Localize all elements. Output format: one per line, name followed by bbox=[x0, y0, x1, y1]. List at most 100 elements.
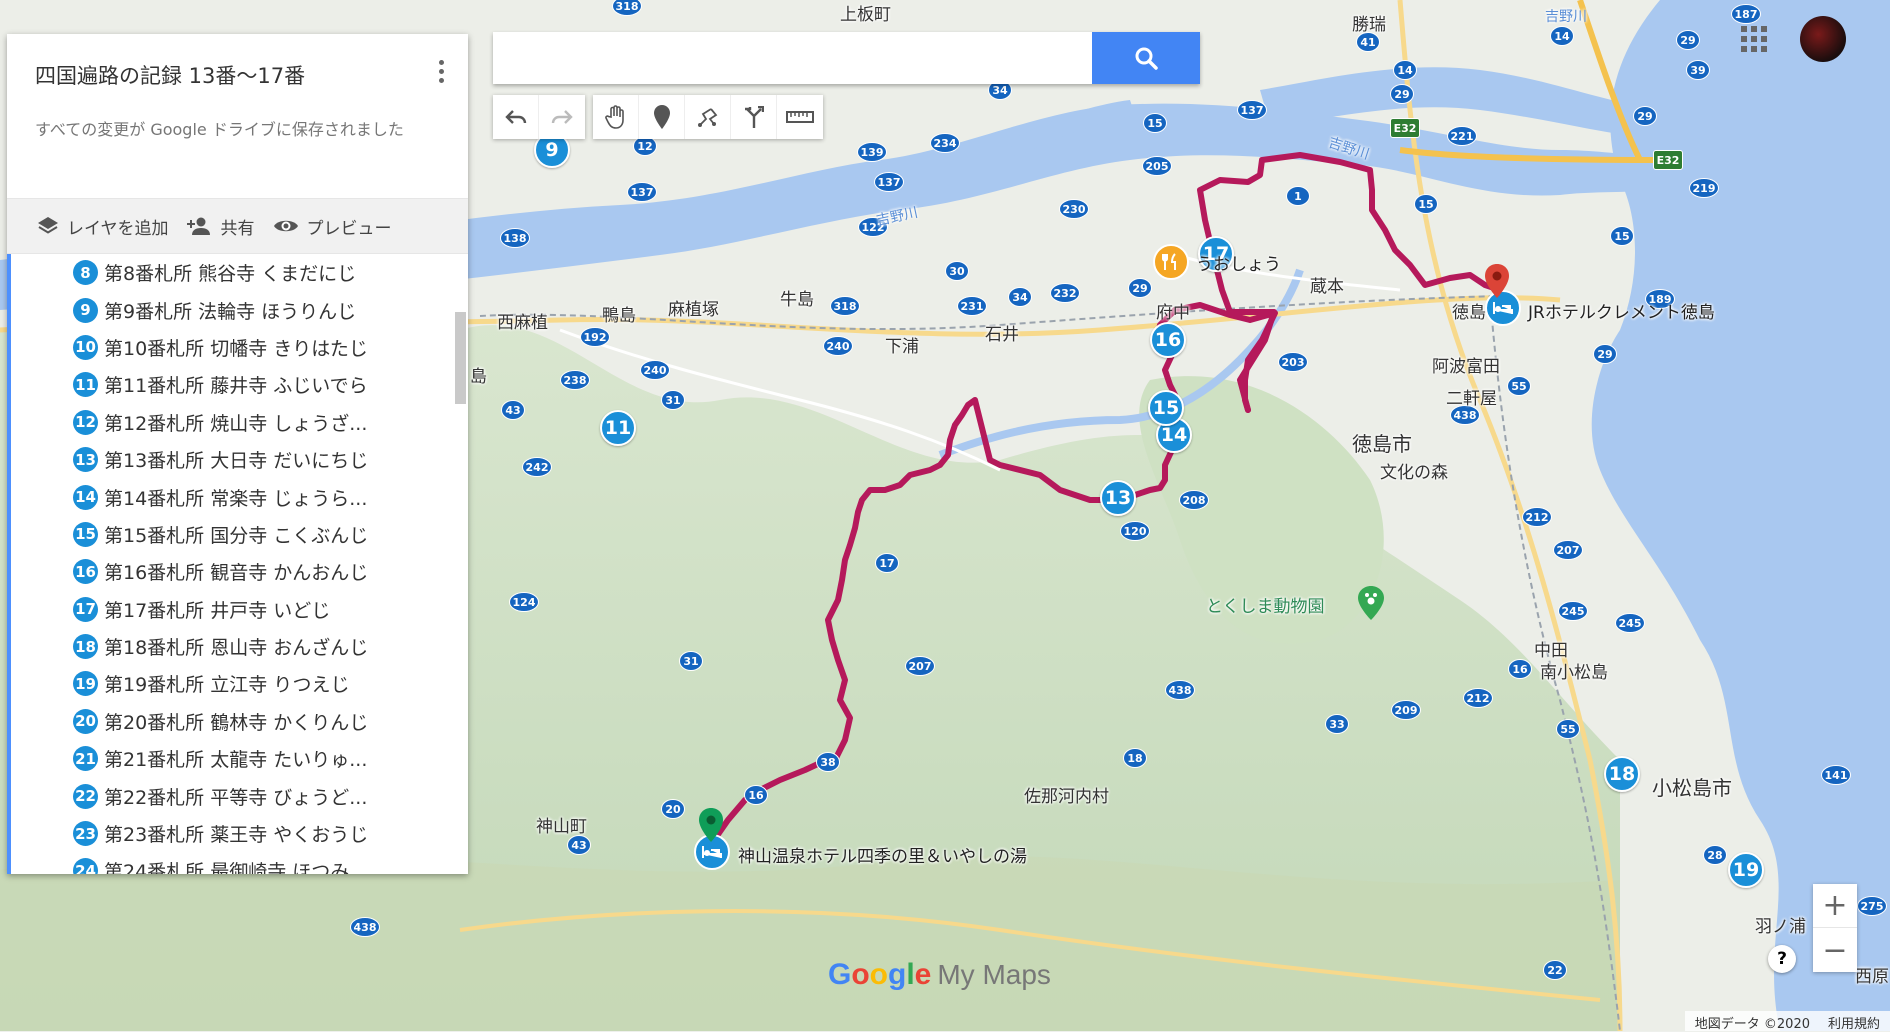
list-item[interactable]: 13 第13番札所 大日寺 だいにちじ bbox=[7, 441, 468, 478]
list-item-label: 第16番札所 観音寺 かんおんじ bbox=[104, 562, 369, 585]
list-item[interactable]: 16 第16番札所 観音寺 かんおんじ bbox=[7, 553, 468, 590]
map-tools bbox=[493, 95, 823, 139]
list-item[interactable]: 17 第17番札所 井戸寺 いどじ bbox=[7, 591, 468, 628]
panel-toolbar: レイヤを追加 共有 プレビュー bbox=[7, 198, 468, 254]
temple-marker-15[interactable]: 15 bbox=[1148, 390, 1184, 426]
more-options-icon[interactable] bbox=[438, 60, 446, 87]
temple-number-badge: 11 bbox=[73, 372, 98, 398]
road-shield: 187 bbox=[1731, 4, 1761, 24]
list-item[interactable]: 8 第8番札所 熊谷寺 くまだにじ bbox=[7, 254, 468, 291]
road-shield: 28 bbox=[1703, 845, 1727, 865]
temple-marker-11[interactable]: 11 bbox=[600, 410, 636, 446]
road-shield: 15 bbox=[1143, 113, 1167, 133]
restaurant-icon[interactable] bbox=[1153, 244, 1189, 280]
start-pin[interactable] bbox=[699, 808, 723, 842]
temple-marker-18[interactable]: 18 bbox=[1604, 756, 1640, 792]
list-item[interactable]: 10 第10番札所 切幡寺 きりはたじ bbox=[7, 329, 468, 366]
temple-number-badge: 8 bbox=[73, 260, 98, 286]
marker-icon bbox=[653, 105, 670, 129]
eye-icon bbox=[273, 220, 298, 232]
marker-label-restaurant: うおしょう bbox=[1196, 255, 1281, 275]
temple-marker-19[interactable]: 19 bbox=[1728, 852, 1764, 888]
list-item[interactable]: 12 第12番札所 焼山寺 しょうざ... bbox=[7, 404, 468, 441]
preview-button[interactable]: プレビュー bbox=[273, 214, 392, 239]
road-shield: 230 bbox=[1059, 199, 1089, 219]
scrollbar[interactable] bbox=[455, 312, 466, 404]
temple-marker-13[interactable]: 13 bbox=[1100, 480, 1136, 516]
road-shield: 245 bbox=[1558, 601, 1588, 621]
road-shield: 18 bbox=[1123, 748, 1147, 768]
search-icon bbox=[1135, 47, 1158, 70]
list-item[interactable]: 20 第20番札所 鶴林寺 かくりんじ bbox=[7, 703, 468, 740]
road-shield: 137 bbox=[627, 182, 657, 202]
help-icon[interactable]: ? bbox=[1768, 945, 1796, 973]
paw-icon[interactable] bbox=[1358, 586, 1384, 620]
place-bunka-no-mori: 文化の森 bbox=[1380, 463, 1448, 483]
undo-button[interactable] bbox=[493, 95, 539, 139]
temple-number-badge: 20 bbox=[73, 708, 98, 734]
road-shield: 318 bbox=[830, 296, 860, 316]
end-pin[interactable] bbox=[1485, 264, 1509, 298]
temple-number-badge: 16 bbox=[73, 559, 98, 585]
place-katsuzui: 勝瑞 bbox=[1352, 15, 1386, 35]
temple-number-badge: 24 bbox=[73, 858, 98, 874]
list-item[interactable]: 21 第21番札所 太龍寺 たいりゅ... bbox=[7, 740, 468, 777]
list-item-label: 第17番札所 井戸寺 いどじ bbox=[104, 599, 331, 622]
road-shield: 192 bbox=[580, 327, 610, 347]
road-shield: 137 bbox=[874, 172, 904, 192]
add-layer-label: レイヤを追加 bbox=[67, 218, 169, 239]
share-button[interactable]: 共有 bbox=[186, 214, 255, 239]
road-shield: 30 bbox=[945, 261, 969, 281]
road-shield: 231 bbox=[957, 296, 987, 316]
hand-icon bbox=[604, 105, 624, 129]
road-shield: 1 bbox=[1286, 186, 1310, 206]
temple-number-badge: 9 bbox=[73, 297, 98, 323]
road-shield: 34 bbox=[1008, 287, 1032, 307]
map-title[interactable]: 四国遍路の記録 13番～17番 bbox=[35, 60, 440, 90]
redo-button[interactable] bbox=[539, 95, 585, 139]
road-shield: 29 bbox=[1676, 30, 1700, 50]
share-label: 共有 bbox=[220, 218, 255, 239]
temple-marker-16[interactable]: 16 bbox=[1150, 322, 1186, 358]
road-shield: 20 bbox=[661, 799, 685, 819]
list-item[interactable]: 23 第23番札所 薬王寺 やくおうじ bbox=[7, 815, 468, 852]
list-item[interactable]: 22 第22番札所 平等寺 びょうど... bbox=[7, 777, 468, 814]
list-item[interactable]: 19 第19番札所 立江寺 りつえじ bbox=[7, 665, 468, 702]
zoom-in-button[interactable]: + bbox=[1813, 884, 1857, 928]
add-marker-button[interactable] bbox=[639, 95, 685, 139]
list-item-label: 第9番札所 法輪寺 ほうりんじ bbox=[104, 300, 357, 323]
road-shield: 234 bbox=[930, 133, 960, 153]
list-item[interactable]: 9 第9番札所 法輪寺 ほうりんじ bbox=[7, 291, 468, 328]
search-input[interactable] bbox=[493, 32, 1092, 84]
save-status: すべての変更が Google ドライブに保存されました bbox=[35, 120, 404, 139]
zoom-out-button[interactable]: − bbox=[1813, 928, 1857, 972]
directions-button[interactable] bbox=[731, 95, 777, 139]
list-item[interactable]: 14 第14番札所 常楽寺 じょうら... bbox=[7, 478, 468, 515]
search-button[interactable] bbox=[1092, 32, 1200, 84]
road-shield: 16 bbox=[744, 785, 768, 805]
road-shield: 238 bbox=[560, 370, 590, 390]
list-item[interactable]: 24 第24番札所 最御崎寺 ほつみ bbox=[7, 852, 468, 874]
measure-button[interactable] bbox=[777, 95, 823, 139]
road-shield: 12 bbox=[633, 136, 657, 156]
avatar[interactable] bbox=[1800, 16, 1846, 62]
temple-number-badge: 17 bbox=[73, 596, 98, 622]
temple-number-badge: 18 bbox=[73, 634, 98, 660]
temple-number-badge: 21 bbox=[73, 746, 98, 772]
list-item[interactable]: 11 第11番札所 藤井寺 ふじいでら bbox=[7, 366, 468, 403]
add-layer-button[interactable]: レイヤを追加 bbox=[37, 214, 169, 239]
road-shield: 43 bbox=[567, 835, 591, 855]
place-nishiomaue: 西麻植 bbox=[497, 313, 548, 333]
road-shield: E32 bbox=[1390, 118, 1420, 138]
road-shield: 139 bbox=[857, 142, 887, 162]
terms-link[interactable]: 利用規約 bbox=[1828, 1013, 1880, 1032]
list-item-label: 第24番札所 最御崎寺 ほつみ bbox=[104, 861, 350, 874]
place-shima: 島 bbox=[470, 367, 487, 387]
list-item[interactable]: 15 第15番札所 国分寺 こくぶんじ bbox=[7, 516, 468, 553]
draw-line-button[interactable] bbox=[685, 95, 731, 139]
list-item[interactable]: 18 第18番札所 恩山寺 おんざんじ bbox=[7, 628, 468, 665]
road-shield: 16 bbox=[1508, 659, 1532, 679]
place-shimoura: 下浦 bbox=[885, 337, 919, 357]
pan-button[interactable] bbox=[593, 95, 639, 139]
apps-icon[interactable] bbox=[1741, 26, 1767, 52]
